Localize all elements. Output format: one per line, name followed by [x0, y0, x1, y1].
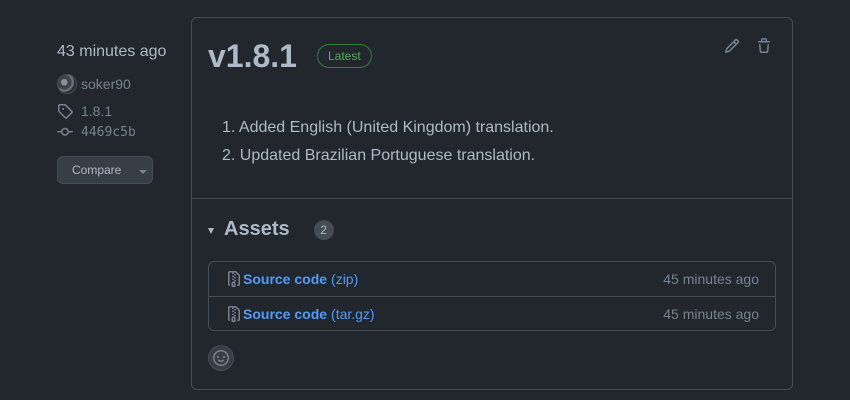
divider [192, 198, 792, 199]
asset-row[interactable]: Source code (tar.gz) 45 minutes ago [209, 296, 775, 330]
asset-ext[interactable]: (zip) [331, 271, 358, 287]
assets-count: 2 [313, 219, 334, 240]
add-reaction-button[interactable] [208, 345, 234, 371]
asset-row[interactable]: Source code (zip) 45 minutes ago [209, 262, 775, 296]
release-card: v1.8.1 Latest 1. Added English (United K… [191, 17, 793, 390]
chevron-down-icon [139, 170, 148, 174]
pencil-icon [724, 38, 740, 54]
delete-button[interactable] [756, 38, 772, 54]
compare-label: Compare [72, 163, 122, 177]
assets-title[interactable]: Assets [224, 218, 290, 241]
triangle-down-icon [208, 227, 214, 234]
note-item: 1. Added English (United Kingdom) transl… [222, 119, 554, 136]
latest-badge: Latest [316, 44, 372, 68]
tag-row[interactable]: 1.8.1 [57, 103, 182, 119]
asset-time: 45 minutes ago [663, 305, 759, 322]
asset-time: 45 minutes ago [663, 271, 759, 287]
tag-label[interactable]: 1.8.1 [81, 103, 112, 119]
asset-link[interactable]: Source code [243, 271, 327, 287]
note-item: 2. Updated Brazilian Portuguese translat… [222, 147, 536, 164]
author[interactable]: soker90 [57, 74, 182, 94]
release-notes: 1. Added English (United Kingdom) transl… [222, 114, 554, 170]
compare-button[interactable]: Compare [57, 156, 153, 184]
author-name[interactable]: soker90 [81, 76, 131, 92]
file-zip-icon [228, 271, 240, 287]
trash-icon [758, 38, 770, 53]
release-time: 43 minutes ago [57, 43, 167, 60]
commit-row[interactable]: 4469c5b [57, 124, 182, 140]
avatar[interactable] [57, 74, 77, 94]
release-version[interactable]: v1.8.1 [208, 34, 297, 78]
assets-toggle[interactable]: Assets 2 [208, 218, 334, 241]
release-sidebar: 43 minutes ago soker90 1.8.1 4469c5b Com… [57, 42, 182, 184]
asset-link[interactable]: Source code [243, 306, 327, 322]
file-zip-icon [228, 305, 240, 322]
asset-ext[interactable]: (tar.gz) [331, 306, 375, 322]
edit-button[interactable] [724, 38, 740, 54]
git-commit-icon [57, 127, 73, 136]
tag-icon [58, 104, 73, 119]
release-header: v1.8.1 Latest [208, 34, 372, 78]
assets-list: Source code (zip) 45 minutes ago Source … [208, 261, 776, 331]
release-actions [724, 38, 772, 54]
smiley-icon [213, 350, 229, 366]
commit-sha[interactable]: 4469c5b [81, 125, 136, 140]
